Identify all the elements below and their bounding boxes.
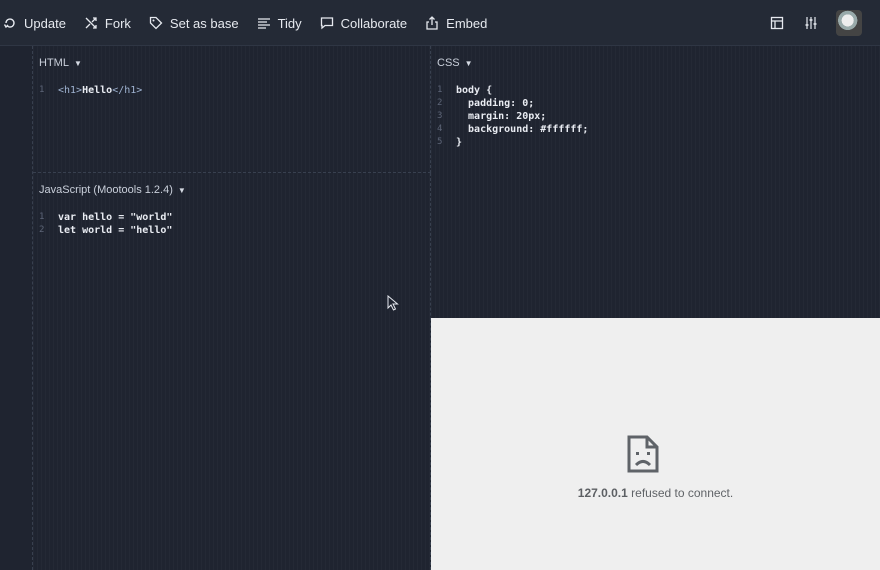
code-text: } bbox=[456, 137, 463, 148]
settings-button[interactable] bbox=[796, 0, 826, 46]
css-pane-title[interactable]: CSS ▼ bbox=[437, 57, 473, 69]
tidy-button[interactable]: Tidy bbox=[248, 0, 311, 46]
code-text: let world = "hello" bbox=[58, 225, 173, 236]
chat-bubble-icon bbox=[320, 17, 333, 30]
share-upload-icon bbox=[426, 16, 438, 30]
sad-document-icon bbox=[627, 435, 659, 473]
js-editor-pane[interactable]: JavaScript (Mootools 1.2.4) ▼ 1 var hell… bbox=[33, 173, 431, 570]
embed-label: Embed bbox=[446, 15, 488, 31]
css-pane-title-label: CSS bbox=[437, 57, 460, 69]
line-number: 5 bbox=[437, 137, 443, 147]
code-line: 5 } bbox=[437, 136, 588, 149]
code-text: background: #ffffff; bbox=[456, 124, 589, 135]
tidy-lines-icon bbox=[257, 18, 270, 29]
collaborate-button[interactable]: Collaborate bbox=[311, 0, 417, 46]
tidy-label: Tidy bbox=[277, 15, 302, 31]
connection-error-message: 127.0.0.1 refused to connect. bbox=[431, 486, 880, 500]
line-number: 2 bbox=[437, 98, 443, 108]
update-icon bbox=[3, 18, 15, 29]
update-label: Update bbox=[24, 15, 66, 31]
collaborate-label: Collaborate bbox=[340, 15, 408, 31]
layout-icon bbox=[770, 16, 784, 30]
line-number: 3 bbox=[437, 111, 443, 121]
code-line: 4 background: #ffffff; bbox=[437, 123, 588, 136]
code-text: body { bbox=[456, 85, 493, 96]
toolbar-actions: Update Fork Set as base Tidy Collaborate… bbox=[0, 0, 496, 46]
code-line: 2 padding: 0; bbox=[437, 97, 588, 110]
fork-icon bbox=[85, 17, 97, 29]
error-host: 127.0.0.1 bbox=[577, 486, 628, 500]
caret-down-icon: ▼ bbox=[177, 185, 186, 195]
line-number: 2 bbox=[39, 225, 45, 235]
avatar[interactable] bbox=[836, 10, 862, 36]
set-as-base-label: Set as base bbox=[169, 15, 239, 31]
js-code[interactable]: 1 var hello = "world" 2 let world = "hel… bbox=[39, 211, 172, 237]
line-number: 1 bbox=[39, 85, 45, 95]
css-code[interactable]: 1 body { 2 padding: 0; 3 margin: 20px; 4… bbox=[437, 84, 588, 149]
caret-down-icon: ▼ bbox=[464, 58, 473, 68]
left-gutter bbox=[0, 46, 33, 570]
js-pane-title-label: JavaScript (Mootools 1.2.4) bbox=[39, 184, 173, 196]
caret-down-icon: ▼ bbox=[73, 58, 82, 68]
html-pane-title[interactable]: HTML ▼ bbox=[39, 57, 82, 69]
settings-sliders-icon bbox=[805, 17, 817, 29]
code-text: padding: 0; bbox=[456, 98, 535, 109]
line-number: 4 bbox=[437, 124, 443, 134]
code-text: var hello = "world" bbox=[58, 212, 173, 223]
fork-label: Fork bbox=[104, 15, 131, 31]
css-editor-pane[interactable]: CSS ▼ 1 body { 2 padding: 0; 3 margin: 2… bbox=[431, 46, 880, 318]
top-toolbar: Update Fork Set as base Tidy Collaborate… bbox=[0, 0, 880, 46]
line-number: 1 bbox=[437, 85, 443, 95]
html-editor-pane[interactable]: HTML ▼ 1 <h1>Hello</h1> bbox=[33, 46, 431, 173]
update-button[interactable]: Update bbox=[0, 0, 75, 46]
html-code[interactable]: 1 <h1>Hello</h1> bbox=[39, 84, 142, 97]
code-line: 3 margin: 20px; bbox=[437, 110, 588, 123]
layout-button[interactable] bbox=[762, 0, 792, 46]
result-preview-pane[interactable]: 127.0.0.1 refused to connect. bbox=[431, 318, 880, 570]
code-line: 1 body { bbox=[437, 84, 588, 97]
fork-button[interactable]: Fork bbox=[75, 0, 140, 46]
error-text: refused to connect. bbox=[627, 486, 734, 500]
code-line: 1 <h1>Hello</h1> bbox=[39, 84, 142, 97]
set-as-base-button[interactable]: Set as base bbox=[140, 0, 248, 46]
code-text: <h1>Hello</h1> bbox=[58, 85, 143, 96]
html-pane-title-label: HTML bbox=[39, 57, 69, 69]
js-pane-title[interactable]: JavaScript (Mootools 1.2.4) ▼ bbox=[39, 184, 186, 196]
code-text: margin: 20px; bbox=[456, 111, 547, 122]
embed-button[interactable]: Embed bbox=[416, 0, 496, 46]
mouse-cursor-icon bbox=[387, 295, 399, 311]
code-line: 1 var hello = "world" bbox=[39, 211, 172, 224]
code-line: 2 let world = "hello" bbox=[39, 224, 172, 237]
toolbar-right bbox=[758, 0, 862, 46]
tag-icon bbox=[149, 16, 163, 30]
line-number: 1 bbox=[39, 212, 45, 222]
